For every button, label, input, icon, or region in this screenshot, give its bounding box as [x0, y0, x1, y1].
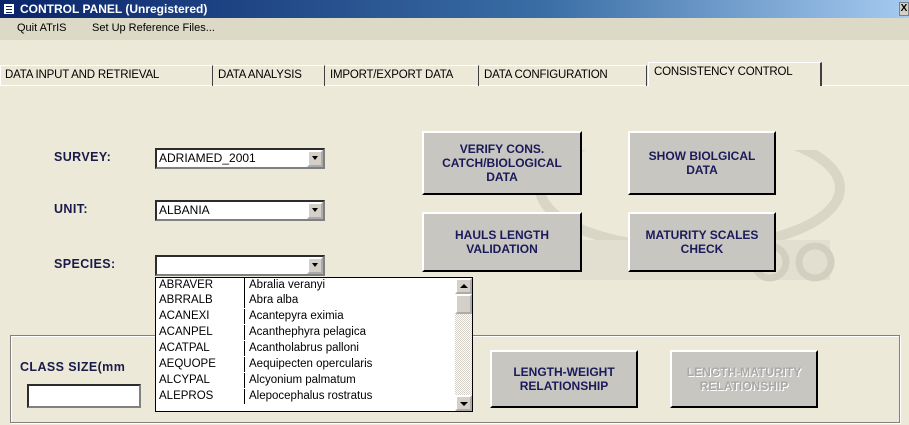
hauls-length-validation-button[interactable]: HAULS LENGTH VALIDATION: [422, 212, 582, 272]
species-name: Acantepyra eximia: [249, 310, 344, 322]
chevron-down-icon: [312, 208, 318, 212]
list-item[interactable]: ALCYPAL Alcyonium palmatum: [156, 373, 452, 388]
class-size-input[interactable]: [27, 384, 141, 408]
scroll-up-button[interactable]: [455, 278, 472, 294]
list-item[interactable]: ACANEXI Acantepyra eximia: [156, 309, 452, 324]
chevron-down-icon: [312, 156, 318, 160]
title-bar: CONTROL PANEL (Unregistered) X: [0, 0, 909, 18]
species-code: ACANEXI: [159, 310, 210, 322]
species-dropdown-button[interactable]: [307, 257, 323, 274]
survey-label: SURVEY:: [54, 150, 112, 164]
survey-dropdown-button[interactable]: [307, 150, 323, 167]
species-name: Acanthephyra pelagica: [249, 326, 366, 338]
species-label: SPECIES:: [54, 257, 116, 271]
arrow-up-icon: [460, 284, 468, 288]
maturity-scales-check-button[interactable]: MATURITY SCALES CHECK: [628, 212, 776, 272]
tab-data-configuration[interactable]: DATA CONFIGURATION: [480, 65, 647, 86]
arrow-down-icon: [460, 402, 468, 406]
tab-data-analysis[interactable]: DATA ANALYSIS: [214, 65, 325, 86]
list-item[interactable]: ABRRALB Abra alba: [156, 293, 452, 308]
menu-quit-atris[interactable]: Quit ATrIS: [17, 22, 67, 34]
species-name: Alcyonium palmatum: [249, 374, 356, 386]
species-name: Aequipecten opercularis: [249, 358, 373, 370]
list-item[interactable]: ALEPROS Alepocephalus rostratus: [156, 389, 452, 404]
show-biological-data-button[interactable]: SHOW BIOLGICAL DATA: [628, 131, 776, 195]
scroll-down-button[interactable]: [455, 395, 472, 411]
length-maturity-relationship-button: LENGTH-MATURITY RELATIONSHIP: [670, 350, 818, 408]
chevron-down-icon: [312, 263, 318, 267]
species-code: ALCYPAL: [159, 374, 210, 386]
form-icon[interactable]: [3, 3, 15, 15]
species-code: ACANPEL: [159, 326, 213, 338]
species-code: ACATPAL: [159, 342, 210, 354]
list-item[interactable]: ABRAVER Abralia veranyi: [156, 278, 452, 293]
menu-bar: Quit ATrIS Set Up Reference Files...: [0, 18, 909, 40]
class-size-label: CLASS SIZE(mm: [20, 360, 126, 374]
tab-data-input-and-retrieval[interactable]: DATA INPUT AND RETRIEVAL: [0, 65, 213, 86]
species-list-scrollbar[interactable]: [455, 278, 472, 411]
survey-value: ADRIAMED_2001: [159, 151, 256, 165]
species-name: Abra alba: [249, 294, 299, 306]
unit-dropdown-button[interactable]: [307, 202, 323, 219]
scroll-thumb[interactable]: [455, 294, 472, 314]
species-code: AEQUOPE: [159, 358, 216, 370]
species-name: Abralia veranyi: [249, 279, 326, 291]
menu-set-up-reference-files[interactable]: Set Up Reference Files...: [92, 22, 215, 34]
tab-consistency-control[interactable]: CONSISTENCY CONTROL: [648, 62, 822, 86]
species-code: ALEPROS: [159, 390, 214, 402]
species-name: Acantholabrus palloni: [249, 342, 359, 354]
species-combo[interactable]: [155, 255, 325, 276]
survey-combo[interactable]: ADRIAMED_2001: [155, 148, 325, 169]
close-button[interactable]: X: [899, 2, 909, 16]
unit-combo[interactable]: ALBANIA: [155, 200, 325, 221]
species-code: ABRAVER: [159, 279, 214, 291]
species-dropdown-list[interactable]: ABRAVER Abralia veranyi ABRRALB Abra alba …: [155, 277, 473, 412]
species-name: Alepocephalus rostratus: [249, 390, 373, 402]
unit-label: UNIT:: [54, 202, 88, 216]
list-item[interactable]: AEQUOPE Aequipecten opercularis: [156, 357, 452, 372]
tab-import-export-data[interactable]: IMPORT/EXPORT DATA: [326, 65, 479, 86]
unit-value: ALBANIA: [159, 203, 210, 217]
verify-cons-catch-biological-button[interactable]: VERIFY CONS. CATCH/BIOLOGICAL DATA: [422, 131, 582, 195]
list-item[interactable]: ACANPEL Acanthephyra pelagica: [156, 325, 452, 340]
list-item[interactable]: ACATPAL Acantholabrus palloni: [156, 341, 452, 356]
length-weight-relationship-button[interactable]: LENGTH-WEIGHT RELATIONSHIP: [490, 350, 638, 408]
species-code: ABRRALB: [159, 294, 213, 306]
window-title: CONTROL PANEL (Unregistered): [20, 2, 208, 16]
